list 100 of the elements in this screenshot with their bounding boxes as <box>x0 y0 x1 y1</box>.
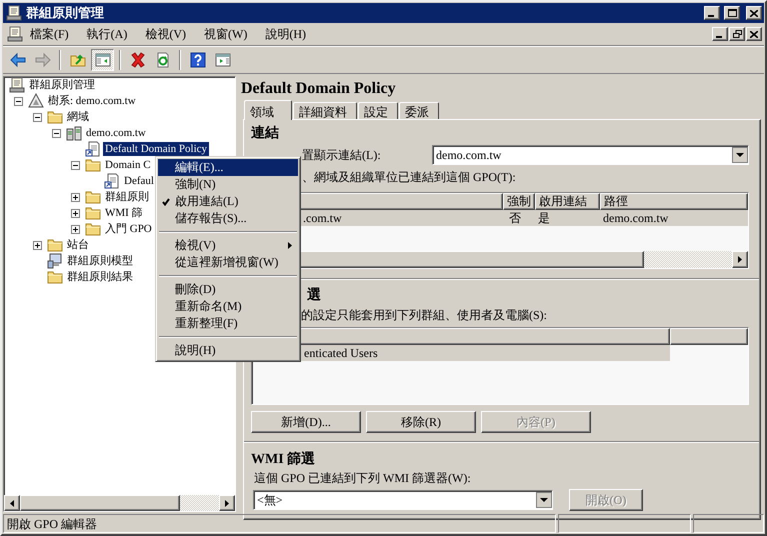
field-label: 的設定只能套用到下列群組、使用者及電腦(S): <box>301 307 548 324</box>
tree-item[interactable]: 群組原則結果 <box>65 270 135 284</box>
section-heading: 選 <box>307 286 322 305</box>
tree-item[interactable]: 站台 <box>65 238 91 252</box>
column-header[interactable]: 路徑 <box>600 193 748 210</box>
table-cell-text: demo.com.tw <box>602 210 670 226</box>
folder-icon <box>85 189 101 205</box>
tree-item[interactable]: 群組原則管理 <box>27 78 97 92</box>
menu-item[interactable]: 編輯(E)... <box>158 159 298 176</box>
close-button[interactable] <box>746 27 762 41</box>
tab[interactable]: 設定 <box>358 102 398 119</box>
tree-item[interactable]: Default Domain Policy <box>103 142 210 156</box>
tree-item[interactable]: 入門 GPO <box>103 222 154 236</box>
toggle-icon <box>14 96 23 106</box>
delete-icon <box>130 52 146 68</box>
maximize-icon <box>728 9 736 17</box>
scroll-thumb[interactable] <box>20 495 180 511</box>
folder-icon <box>47 237 63 253</box>
forward-arrow-icon <box>34 52 50 68</box>
tree-item[interactable]: 群組原則模型 <box>65 254 135 268</box>
expand-toggle[interactable] <box>71 192 80 202</box>
tab[interactable]: 委派 <box>399 102 439 119</box>
toolbar-button[interactable] <box>91 49 114 71</box>
folder-up-icon <box>70 52 86 68</box>
expand-toggle[interactable] <box>71 224 80 234</box>
console-tree-icon <box>94 52 110 68</box>
menu-item[interactable]: 重新命名(M) <box>158 298 298 315</box>
wmi-filter-dropdown[interactable]: <無> <box>253 490 553 510</box>
location-dropdown[interactable]: demo.com.tw <box>432 145 749 165</box>
menu-item[interactable]: 執行(A) <box>80 24 134 44</box>
tree-item[interactable]: Defaul <box>122 174 156 188</box>
tree-item[interactable]: 網域 <box>65 110 91 124</box>
tree-item[interactable]: demo.com.tw <box>84 126 148 140</box>
column-header[interactable]: 啟用連結 <box>535 193 600 210</box>
refresh-icon <box>154 52 170 68</box>
scroll-icon <box>7 26 23 42</box>
maximize-button[interactable] <box>724 6 740 20</box>
folder-icon <box>85 205 101 221</box>
column-header[interactable]: 強制 <box>503 193 535 210</box>
expand-toggle[interactable] <box>33 112 42 122</box>
dialog-button[interactable]: 新增(D)... <box>251 411 361 433</box>
submenu-arrow-icon <box>288 242 292 249</box>
menu-item[interactable]: 重新整理(F) <box>158 315 298 332</box>
close-button[interactable] <box>746 6 762 20</box>
menu-item[interactable]: 檢視(V) <box>138 24 194 44</box>
minimize-button[interactable] <box>704 6 720 20</box>
expand-toggle[interactable] <box>71 208 80 218</box>
computer-icon <box>47 253 63 269</box>
check-icon <box>162 198 170 206</box>
table-cell-text: 否 <box>508 210 522 226</box>
folder-icon <box>47 109 63 125</box>
field-label: 這個 GPO 已連結到下列 WMI 篩選器(W): <box>254 470 472 487</box>
dialog-button[interactable]: 移除(R) <box>366 411 476 433</box>
document-icon <box>85 141 101 157</box>
menu-item[interactable]: 啟用連結(L) <box>158 193 298 210</box>
right-triangle-icon <box>738 256 742 263</box>
folder-icon <box>47 269 63 285</box>
menu-item[interactable]: 說明(H) <box>258 24 314 44</box>
help-icon <box>190 52 206 68</box>
tab[interactable]: 詳細資料 <box>293 102 357 119</box>
section-heading: WMI 篩選 <box>251 450 316 469</box>
menu-item[interactable]: 強制(N) <box>158 176 298 193</box>
tree-item[interactable]: 樹系: demo.com.tw <box>46 94 138 108</box>
tree-item[interactable]: Domain C <box>103 158 153 172</box>
toggle-icon <box>33 240 42 250</box>
restore-button[interactable] <box>729 27 745 41</box>
expand-toggle[interactable] <box>71 160 80 170</box>
scroll-icon <box>6 5 22 21</box>
menu-item[interactable]: 刪除(D) <box>158 281 298 298</box>
menu-item[interactable]: 視窗(W) <box>197 24 254 44</box>
expand-toggle[interactable] <box>33 240 42 250</box>
toggle-icon <box>52 128 61 138</box>
table-cell-text: enticated Users <box>303 346 378 360</box>
tab[interactable]: 領域 <box>244 100 292 120</box>
expand-toggle[interactable] <box>14 96 23 106</box>
expand-toggle[interactable] <box>52 128 61 138</box>
window-title: 群組原則管理 <box>26 4 105 22</box>
action-pane-icon <box>214 52 230 68</box>
tree-item[interactable]: 群組原則 <box>103 190 151 204</box>
caret-icon <box>732 147 748 163</box>
scroll-left-button[interactable] <box>4 495 20 511</box>
triangle-icon <box>28 93 44 109</box>
menu-item[interactable]: 從這裡新增視窗(W) <box>158 254 298 271</box>
minimize-button[interactable] <box>712 27 728 41</box>
menu-item[interactable]: 檔案(F) <box>23 24 76 44</box>
toggle-icon <box>71 224 80 234</box>
status-text: 開啟 GPO 編輯器 <box>3 514 556 533</box>
right-triangle-icon <box>225 500 229 506</box>
scroll-right-button[interactable] <box>732 251 748 268</box>
tree-item[interactable]: WMI 篩 <box>103 206 145 220</box>
caret-icon <box>536 492 552 508</box>
menu-item[interactable]: 檢視(V) <box>158 237 298 254</box>
column-header[interactable] <box>670 328 748 345</box>
restore-icon <box>732 30 742 38</box>
server-icon <box>66 125 82 141</box>
toggle-icon <box>71 160 80 170</box>
close-icon <box>750 10 758 16</box>
scroll-right-button[interactable] <box>219 495 235 511</box>
folder-icon <box>85 157 101 173</box>
field-label: 、網域及組織單位已連結到這個 GPO(T): <box>302 169 517 186</box>
